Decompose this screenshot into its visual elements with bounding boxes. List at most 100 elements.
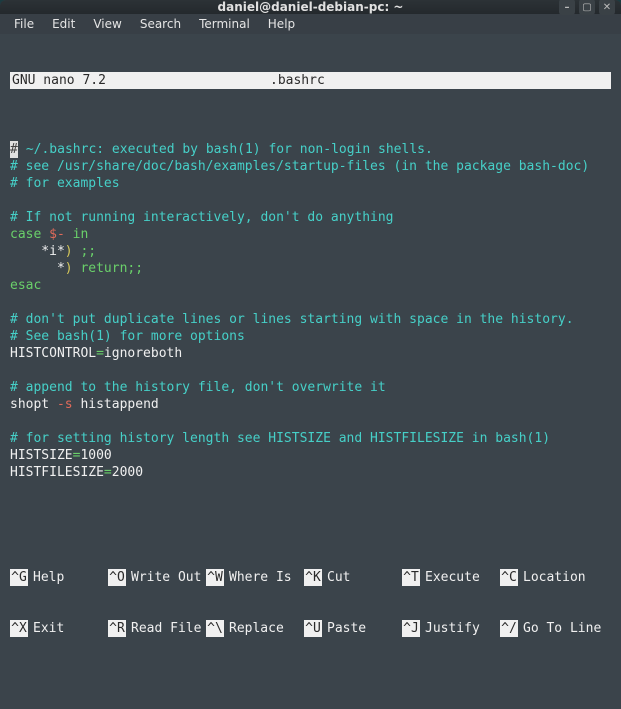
nano-header: GNU nano 7.2 .bashrc [10,72,611,89]
shortcut-label: Paste [322,620,366,637]
nano-shortcuts: ^GHelp^OWrite Out^WWhere Is^KCut^TExecut… [10,535,611,671]
code-segment: ;; [127,261,143,276]
code-segment: HISTCONTROL [10,346,96,361]
shortcut-label: Help [28,569,64,586]
shortcut-label: Where Is [224,569,292,586]
code-segment: ) [65,244,73,259]
editor-content[interactable]: # ~/.bashrc: executed by bash(1) for non… [10,141,611,481]
shortcut-row-1: ^GHelp^OWrite Out^WWhere Is^KCut^TExecut… [10,569,611,586]
shortcut-item[interactable]: ^/Go To Line [500,620,598,637]
menu-search[interactable]: Search [132,14,189,34]
editor-line: esac [10,277,611,294]
code-segment: esac [10,278,41,293]
shortcut-item[interactable]: ^JJustify [402,620,500,637]
editor-line: # for setting history length see HISTSIZ… [10,430,611,447]
editor-line: # ~/.bashrc: executed by bash(1) for non… [10,141,611,158]
code-segment: shopt [10,397,57,412]
shortcut-item[interactable]: ^TExecute [402,569,500,586]
shortcut-row-2: ^XExit^RRead File^\Replace^UPaste^JJusti… [10,620,611,637]
shortcut-label: Execute [420,569,480,586]
menu-edit[interactable]: Edit [44,14,83,34]
shortcut-key: ^R [108,620,126,637]
code-segment: in [73,227,89,242]
shortcut-key: ^\ [206,620,224,637]
editor-line: case $- in [10,226,611,243]
shortcut-label: Go To Line [518,620,601,637]
code-segment: # don't put duplicate lines or lines sta… [10,312,574,327]
menubar: File Edit View Search Terminal Help [0,14,621,34]
shortcut-key: ^G [10,569,28,586]
shortcut-key: ^T [402,569,420,586]
code-segment: = [96,346,104,361]
shortcut-label: Cut [322,569,350,586]
shortcut-item[interactable]: ^XExit [10,620,108,637]
shortcut-item[interactable]: ^UPaste [304,620,402,637]
code-segment: -s [57,397,73,412]
shortcut-item[interactable]: ^RRead File [108,620,206,637]
window-title: daniel@daniel-debian-pc: ~ [218,0,404,14]
close-button[interactable]: ✕ [599,0,615,15]
code-segment: 1000 [80,448,111,463]
shortcut-key: ^O [108,569,126,586]
code-segment: case [10,227,41,242]
shortcut-item[interactable]: ^OWrite Out [108,569,206,586]
menu-view[interactable]: View [85,14,129,34]
code-segment: # see /usr/share/doc/bash/examples/start… [10,159,589,174]
minimize-button[interactable]: – [559,0,575,15]
code-segment: $- [49,227,65,242]
code-segment: = [104,465,112,480]
shortcut-key: ^/ [500,620,518,637]
shortcut-key: ^J [402,620,420,637]
shortcut-key: ^W [206,569,224,586]
shortcut-item[interactable]: ^\Replace [206,620,304,637]
shortcut-item[interactable]: ^KCut [304,569,402,586]
window-controls: – ▢ ✕ [559,0,615,15]
shortcut-key: ^U [304,620,322,637]
code-segment: 2000 [112,465,143,480]
shortcut-item[interactable]: ^GHelp [10,569,108,586]
editor-line: # If not running interactively, don't do… [10,209,611,226]
nano-header-right [491,72,611,89]
nano-app-name: GNU nano 7.2 [10,72,270,89]
shortcut-label: Replace [224,620,284,637]
shortcut-item[interactable]: ^WWhere Is [206,569,304,586]
editor-line [10,294,611,311]
code-segment: # append to the history file, don't over… [10,380,386,395]
code-segment: * [10,261,65,276]
menu-help[interactable]: Help [260,14,303,34]
editor-line: HISTFILESIZE=2000 [10,464,611,481]
menu-file[interactable]: File [6,14,42,34]
code-segment: HISTFILESIZE [10,465,104,480]
code-segment [65,227,73,242]
editor-line: # don't put duplicate lines or lines sta… [10,311,611,328]
code-segment: # See bash(1) for more options [10,329,245,344]
editor-line: *) return;; [10,260,611,277]
editor-line [10,413,611,430]
code-segment: ;; [80,244,96,259]
shortcut-label: Location [518,569,586,586]
shortcut-label: Write Out [126,569,201,586]
titlebar: daniel@daniel-debian-pc: ~ – ▢ ✕ [0,0,621,14]
editor-line: *i*) ;; [10,243,611,260]
editor-line: HISTCONTROL=ignoreboth [10,345,611,362]
code-segment: ignoreboth [104,346,182,361]
terminal-window: daniel@daniel-debian-pc: ~ – ▢ ✕ File Ed… [0,0,621,500]
code-segment: # for examples [10,176,120,191]
shortcut-item[interactable]: ^CLocation [500,569,598,586]
menu-terminal[interactable]: Terminal [191,14,258,34]
code-segment: # [10,141,18,158]
editor-line: # see /usr/share/doc/bash/examples/start… [10,158,611,175]
shortcut-key: ^C [500,569,518,586]
code-segment: ) [65,261,73,276]
code-segment: HISTSIZE [10,448,73,463]
terminal-area[interactable]: GNU nano 7.2 .bashrc # ~/.bashrc: execut… [0,34,621,709]
editor-line: shopt -s histappend [10,396,611,413]
code-segment: # If not running interactively, don't do… [10,210,394,225]
nano-filename: .bashrc [270,72,491,89]
code-segment: *i* [10,244,65,259]
code-segment: histappend [73,397,159,412]
shortcut-label: Exit [28,620,64,637]
code-segment [41,227,49,242]
maximize-button[interactable]: ▢ [579,0,595,15]
shortcut-label: Justify [420,620,480,637]
